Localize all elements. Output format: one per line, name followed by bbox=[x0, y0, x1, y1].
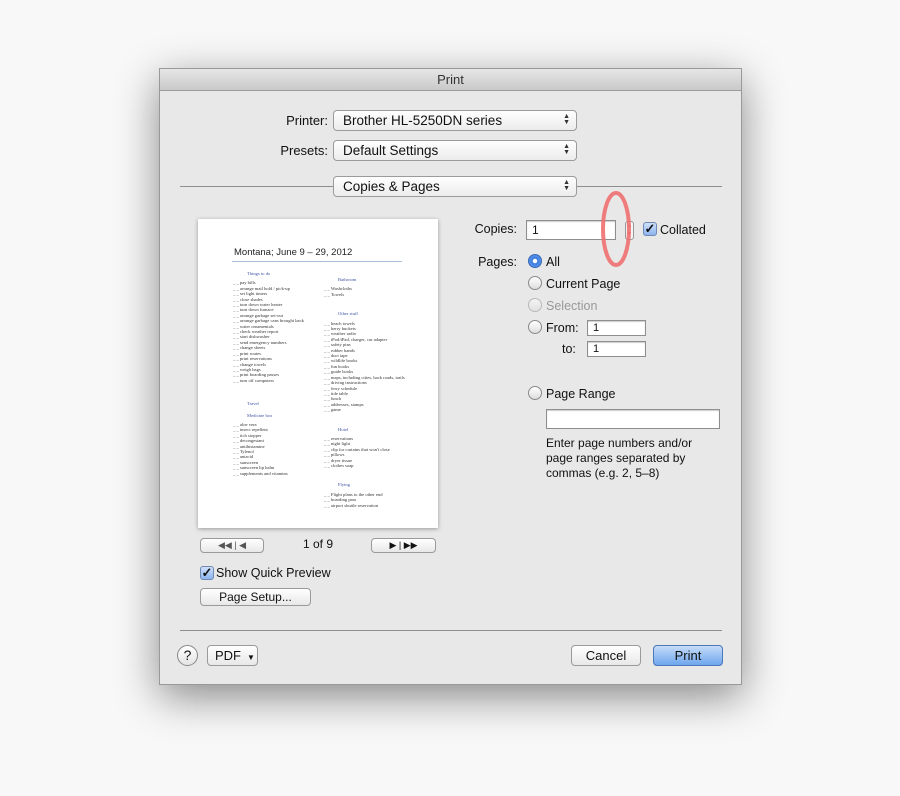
page-range-field[interactable] bbox=[546, 409, 720, 429]
section-value: Copies & Pages bbox=[343, 179, 440, 194]
footer-divider bbox=[180, 630, 722, 631]
preview-section-heading: Medicine box bbox=[247, 412, 273, 418]
cancel-button[interactable]: Cancel bbox=[571, 645, 641, 666]
presets-select[interactable]: Default Settings ▲ ▼ bbox=[333, 140, 577, 161]
preview-section-heading: Other stuff bbox=[338, 311, 358, 317]
preview-list-item: turn off computers bbox=[233, 378, 323, 383]
preview-section-heading: Travel bbox=[247, 401, 259, 407]
pages-all-label: All bbox=[546, 255, 560, 269]
window-title: Print bbox=[160, 69, 741, 91]
preview-list-item: supplements and vitamins bbox=[233, 471, 323, 476]
print-dialog: Print Printer: Brother HL-5250DN series ▲… bbox=[159, 68, 742, 685]
selection-radio[interactable] bbox=[528, 298, 542, 312]
printer-label: Printer: bbox=[286, 113, 328, 128]
from-label: From: bbox=[546, 321, 579, 335]
pdf-label: PDF bbox=[215, 648, 241, 663]
pdf-menu-button[interactable]: PDF ▼ bbox=[207, 645, 258, 666]
page-indicator: 1 of 9 bbox=[302, 537, 334, 551]
pages-label: Pages: bbox=[478, 255, 517, 269]
page-range-hint: Enter page numbers and/or page ranges se… bbox=[546, 436, 693, 480]
section-select[interactable]: Copies & Pages ▲ ▼ bbox=[333, 176, 577, 197]
page-range-radio[interactable] bbox=[528, 386, 542, 400]
updown-arrows-icon: ▲ ▼ bbox=[563, 113, 570, 126]
preview-list-item: Towels bbox=[324, 292, 410, 297]
current-page-label: Current Page bbox=[546, 277, 621, 291]
preview-left-column: Things to dopay billsarrange mail hold /… bbox=[233, 271, 323, 482]
copies-label: Copies: bbox=[474, 222, 517, 236]
preview-section: Other stuffbeach towelsberry bucketsweat… bbox=[324, 311, 410, 412]
preview-section: Travel bbox=[233, 401, 323, 406]
preview-list-item: airport shuttle reservation bbox=[324, 503, 410, 508]
printer-value: Brother HL-5250DN series bbox=[343, 113, 503, 128]
presets-label: Presets: bbox=[280, 143, 328, 158]
prev-page-icon[interactable]: ◀ bbox=[239, 540, 246, 550]
preview-right-column: BathroomWashclothsTowels Other stuffbeach… bbox=[324, 277, 410, 522]
preview-list-item: game bbox=[324, 407, 410, 412]
collated-label: Collated bbox=[660, 223, 706, 237]
first-page-icon[interactable]: ◀◀ bbox=[218, 540, 232, 550]
dropdown-arrow-icon: ▼ bbox=[247, 653, 255, 662]
preview-section: BathroomWashclothsTowels bbox=[324, 277, 410, 297]
preview-section-heading: Hotel bbox=[338, 426, 349, 432]
help-button[interactable]: ? bbox=[177, 645, 198, 666]
current-page-radio[interactable] bbox=[528, 276, 542, 290]
preview-section-heading: Things to do bbox=[247, 271, 271, 276]
presets-value: Default Settings bbox=[343, 143, 439, 158]
updown-arrows-icon: ▲ ▼ bbox=[563, 143, 570, 156]
preview-section: Medicine boxaloe verainsect repellentitc… bbox=[233, 413, 323, 476]
last-page-icon[interactable]: ▶▶ bbox=[404, 540, 418, 550]
quick-preview-label: Show Quick Preview bbox=[216, 566, 331, 580]
updown-arrows-icon: ▲ ▼ bbox=[563, 179, 570, 192]
to-field[interactable]: 1 bbox=[587, 341, 646, 357]
to-label: to: bbox=[562, 342, 576, 356]
preview-section-heading: Bathroom bbox=[338, 277, 357, 282]
page-setup-button[interactable]: Page Setup... bbox=[200, 588, 311, 606]
from-radio[interactable] bbox=[528, 320, 542, 334]
preview-section: FlyingFlight plans to the other endboard… bbox=[324, 482, 410, 508]
first-prev-page-buttons[interactable]: ◀◀ | ◀ bbox=[200, 538, 264, 553]
next-last-page-buttons[interactable]: ▶ | ▶▶ bbox=[371, 538, 436, 553]
page-range-label: Page Range bbox=[546, 387, 616, 401]
preview-rule bbox=[232, 261, 402, 262]
preview-section-heading: Flying bbox=[338, 482, 350, 488]
preview-list-item: clothes soap bbox=[324, 463, 410, 468]
page-preview: Montana; June 9 – 29, 2012 Things to dop… bbox=[198, 219, 438, 528]
printer-select[interactable]: Brother HL-5250DN series ▲ ▼ bbox=[333, 110, 577, 131]
collated-checkbox[interactable]: ✓ bbox=[643, 222, 657, 236]
next-page-icon[interactable]: ▶ bbox=[389, 540, 396, 550]
from-field[interactable]: 1 bbox=[587, 320, 646, 336]
preview-section: Hotelreservationsnight lightclip for cur… bbox=[324, 427, 410, 469]
preview-section: Things to dopay billsarrange mail hold /… bbox=[233, 271, 323, 383]
pages-all-radio[interactable] bbox=[528, 254, 542, 268]
print-button[interactable]: Print bbox=[653, 645, 723, 666]
quick-preview-checkbox[interactable]: ✓ bbox=[200, 566, 214, 580]
preview-doc-title: Montana; June 9 – 29, 2012 bbox=[234, 247, 353, 258]
annotation-circle bbox=[601, 191, 631, 267]
selection-label: Selection bbox=[546, 299, 598, 313]
